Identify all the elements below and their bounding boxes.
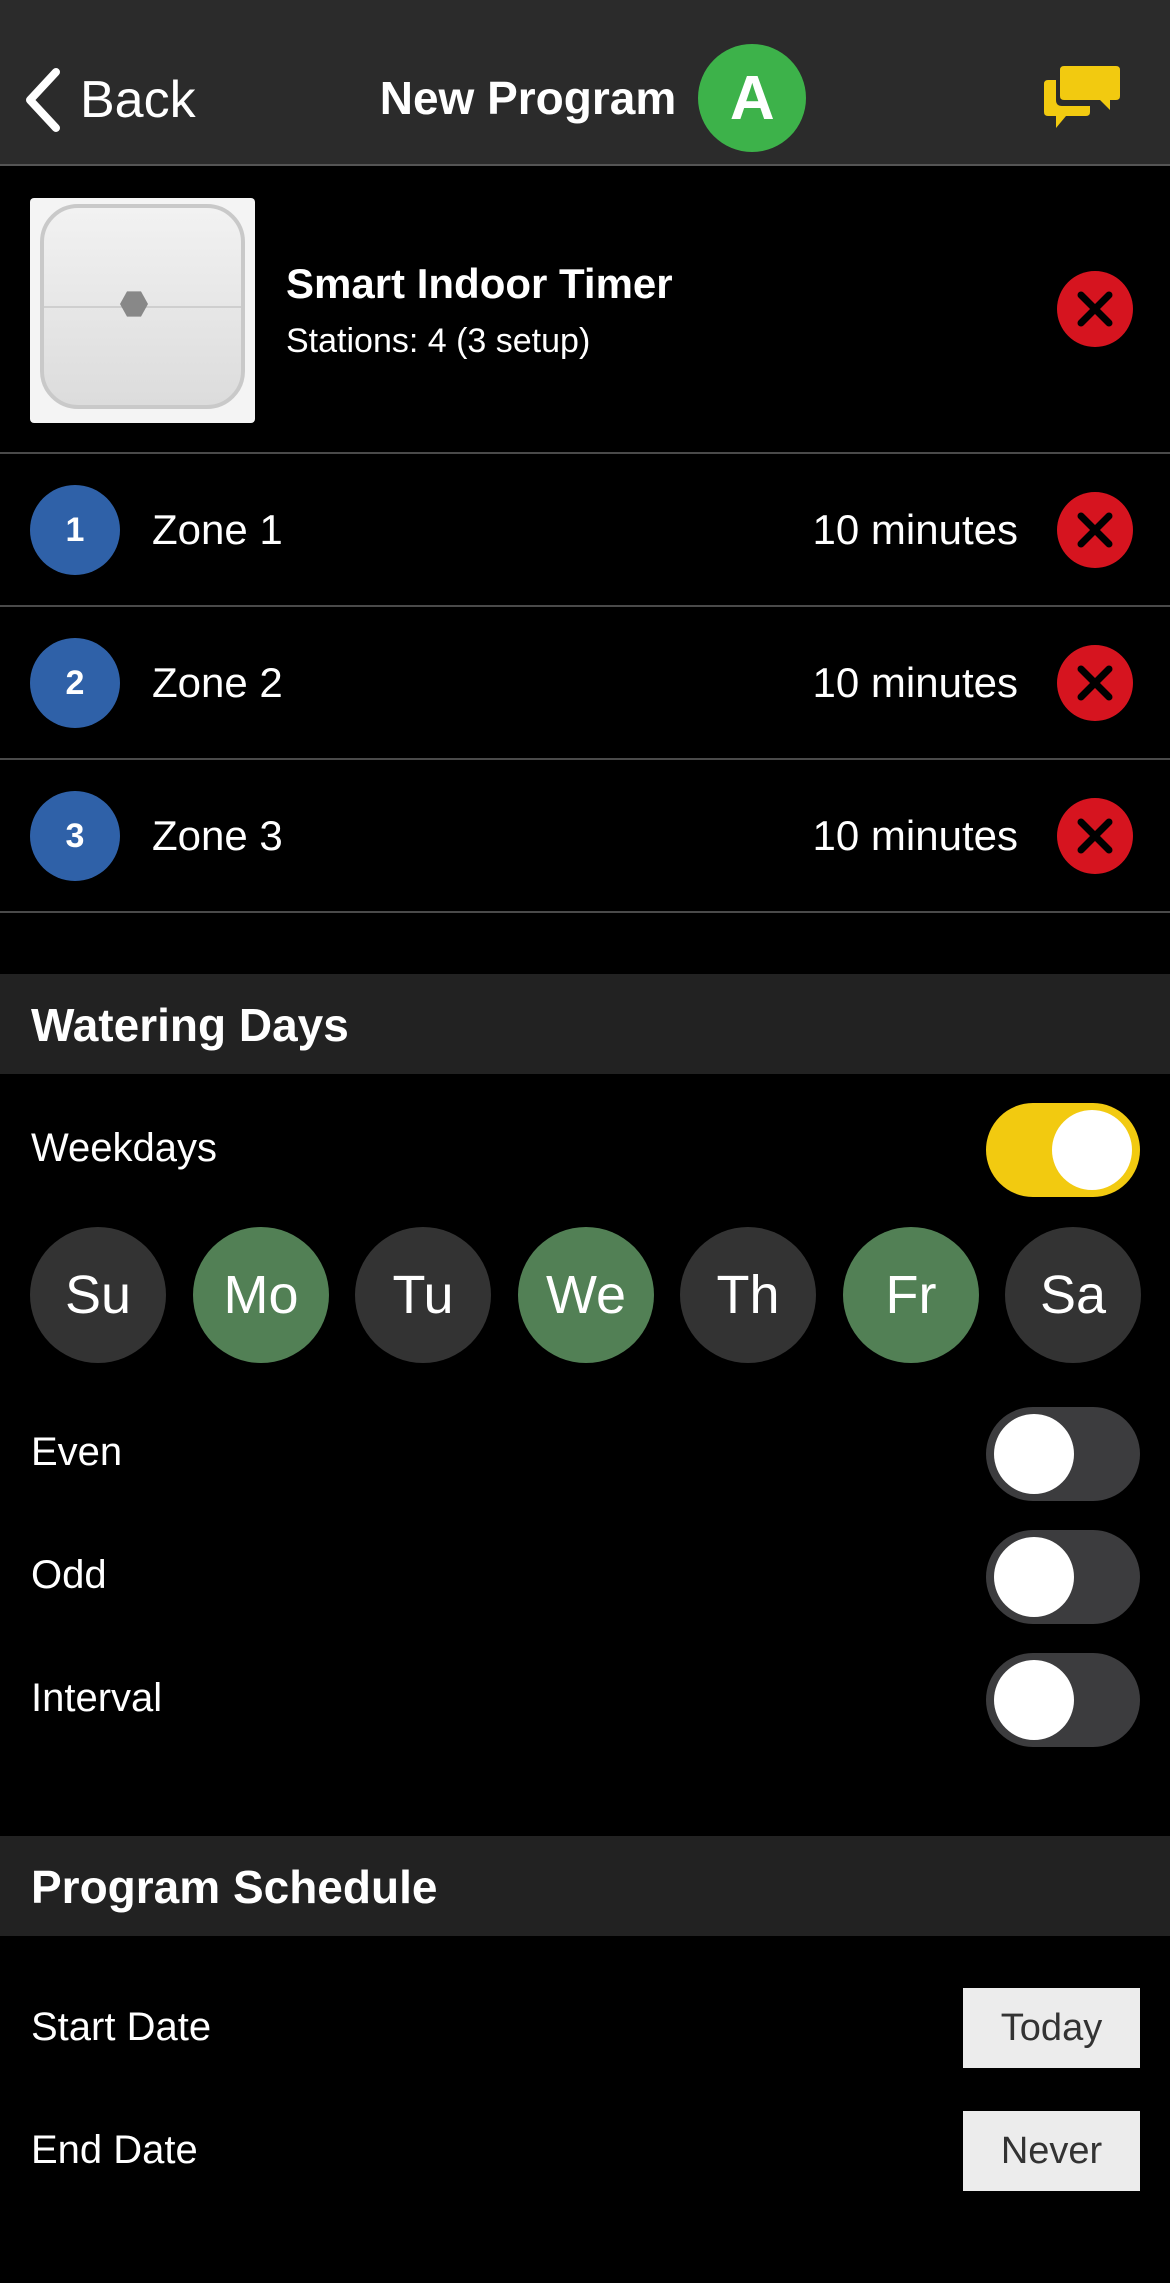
chat-bubbles-icon[interactable] xyxy=(1044,64,1120,132)
day-tuesday[interactable]: Tu xyxy=(355,1227,491,1363)
even-toggle[interactable] xyxy=(986,1407,1140,1501)
zone-row[interactable]: 1 Zone 1 10 minutes xyxy=(0,454,1170,607)
start-date-button[interactable]: Today xyxy=(963,1988,1140,2068)
close-icon xyxy=(1077,665,1113,701)
day-monday[interactable]: Mo xyxy=(193,1227,329,1363)
remove-zone-button[interactable] xyxy=(1057,492,1133,568)
zone-duration[interactable]: 10 minutes xyxy=(813,506,1018,554)
end-date-label: End Date xyxy=(31,2128,198,2172)
zone-row[interactable]: 3 Zone 3 10 minutes xyxy=(0,760,1170,913)
day-saturday[interactable]: Sa xyxy=(1005,1227,1141,1363)
section-title: Watering Days xyxy=(31,999,349,1051)
section-title: Program Schedule xyxy=(31,1861,438,1913)
start-date-label: Start Date xyxy=(31,2005,212,2049)
toggle-knob xyxy=(994,1414,1074,1494)
zone-number-badge: 2 xyxy=(30,638,120,728)
program-badge: A xyxy=(698,44,807,152)
device-stations: Stations: 4 (3 setup) xyxy=(286,322,591,360)
device-image xyxy=(30,198,255,423)
toggle-knob xyxy=(1052,1110,1132,1190)
day-sunday[interactable]: Su xyxy=(30,1227,166,1363)
device-name: Smart Indoor Timer xyxy=(286,260,673,307)
close-icon xyxy=(1077,291,1113,327)
remove-device-button[interactable] xyxy=(1057,271,1133,347)
day-thursday[interactable]: Th xyxy=(680,1227,816,1363)
zone-row[interactable]: 2 Zone 2 10 minutes xyxy=(0,607,1170,760)
zone-name: Zone 3 xyxy=(152,812,283,859)
watering-days-header: Watering Days xyxy=(0,974,1170,1074)
toggle-knob xyxy=(994,1537,1074,1617)
close-icon xyxy=(1077,818,1113,854)
nav-header: Back New Program A xyxy=(0,0,1170,166)
interval-label: Interval xyxy=(31,1676,163,1720)
zone-name: Zone 1 xyxy=(152,506,283,553)
device-row: Smart Indoor Timer Stations: 4 (3 setup) xyxy=(0,166,1170,454)
day-friday[interactable]: Fr xyxy=(843,1227,979,1363)
zone-duration[interactable]: 10 minutes xyxy=(813,812,1018,860)
interval-toggle[interactable] xyxy=(986,1653,1140,1747)
toggle-knob xyxy=(994,1660,1074,1740)
zone-number-badge: 3 xyxy=(30,791,120,881)
program-schedule-header: Program Schedule xyxy=(0,1836,1170,1936)
remove-zone-button[interactable] xyxy=(1057,645,1133,721)
zone-name: Zone 2 xyxy=(152,659,283,706)
end-date-button[interactable]: Never xyxy=(963,2111,1140,2191)
close-icon xyxy=(1077,512,1113,548)
title-group: New Program A xyxy=(0,44,1170,152)
odd-toggle[interactable] xyxy=(986,1530,1140,1624)
even-label: Even xyxy=(31,1430,123,1474)
day-wednesday[interactable]: We xyxy=(518,1227,654,1363)
remove-zone-button[interactable] xyxy=(1057,798,1133,874)
weekdays-toggle[interactable] xyxy=(986,1103,1140,1197)
weekdays-label: Weekdays xyxy=(31,1126,218,1170)
page-title: New Program xyxy=(379,72,677,124)
zone-number-badge: 1 xyxy=(30,485,120,575)
odd-label: Odd xyxy=(31,1553,107,1597)
zone-duration[interactable]: 10 minutes xyxy=(813,659,1018,707)
